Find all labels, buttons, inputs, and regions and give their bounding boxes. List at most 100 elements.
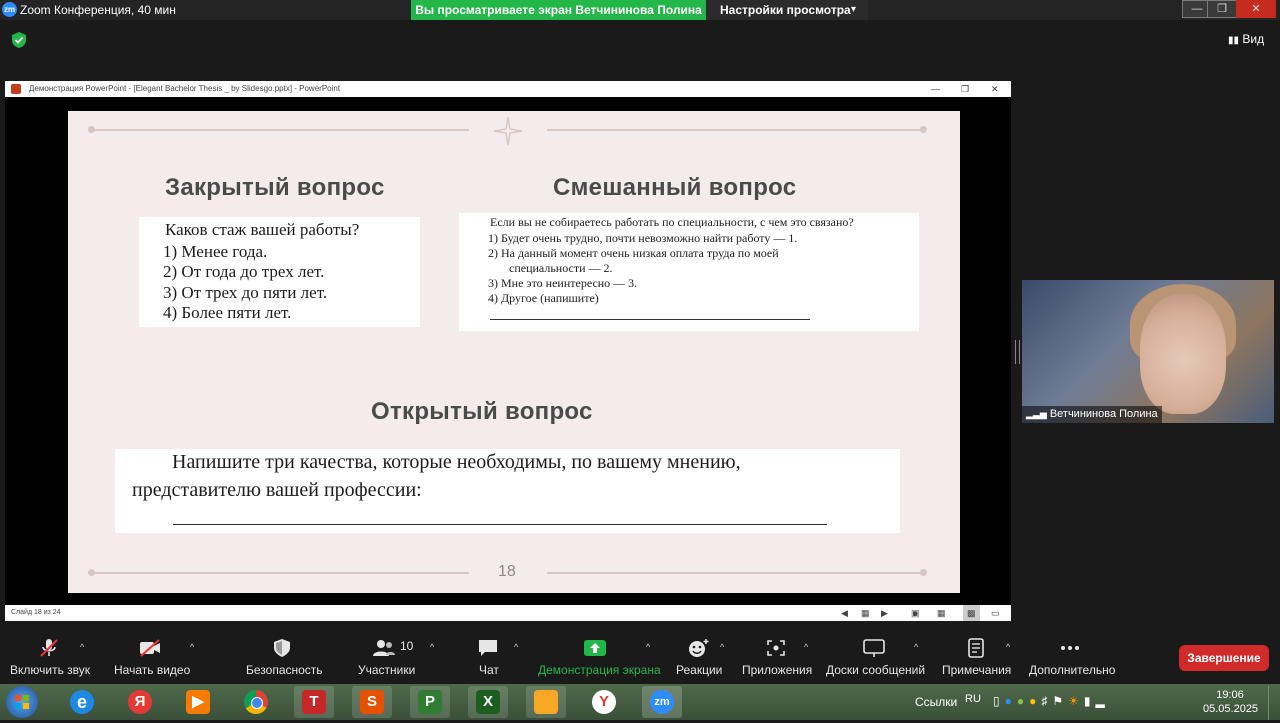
taskbar-video[interactable]: ▶ xyxy=(178,686,218,718)
view-settings-button[interactable]: Настройки просмотра ▾ xyxy=(706,0,868,20)
clock[interactable]: 19:06 05.05.2025 xyxy=(1203,688,1259,716)
chevron-down-icon: ▾ xyxy=(851,4,857,15)
participants-icon xyxy=(373,640,395,656)
taskbar-excel[interactable]: X xyxy=(468,686,508,718)
share-banner: Вы просматриваете экран Ветчининова Поли… xyxy=(411,0,706,20)
notes-icon xyxy=(968,638,984,658)
slideshow-icon[interactable]: ▭ xyxy=(991,605,1000,621)
caret-up-icon[interactable]: ^ xyxy=(514,642,518,652)
mixed-item: специальности — 2. xyxy=(509,261,613,275)
links-toolbar[interactable]: Ссылки xyxy=(915,695,957,709)
view-settings-label: Настройки просмотра xyxy=(720,3,851,17)
taskbar-project[interactable]: P xyxy=(410,686,450,718)
taskbar-yandex-browser[interactable]: Y xyxy=(584,686,624,718)
reactions-button[interactable]: ^ Реакции xyxy=(672,630,732,684)
prev-slide-icon[interactable]: ◀ xyxy=(841,605,848,621)
participant-video[interactable]: ▂▃▅ Ветчининова Полина xyxy=(1022,280,1274,423)
mixed-item: 1) Будет очень трудно, почти невозможно … xyxy=(488,231,798,245)
taskbar-yandex[interactable]: Я xyxy=(120,686,160,718)
internet-explorer-icon: e xyxy=(70,690,94,714)
zoom-tray-icon: ● xyxy=(1004,694,1017,708)
star-icon xyxy=(493,116,523,146)
notes-button[interactable]: ^ Примечания xyxy=(938,630,1018,684)
view-label: Вид xyxy=(1242,32,1265,46)
heading-open-question: Открытый вопрос xyxy=(371,398,593,425)
zoom-icon: zm xyxy=(650,690,674,714)
answer-line xyxy=(173,524,827,525)
closed-item: 2) От года до трех лет. xyxy=(163,262,325,281)
slide-sorter-icon[interactable]: ▦ xyxy=(861,605,870,621)
share-screen-button[interactable]: ^ Демонстрация экрана xyxy=(536,630,661,684)
signal-icon: ▂ xyxy=(1095,694,1110,708)
start-button[interactable] xyxy=(6,686,38,718)
end-meeting-button[interactable]: Завершение xyxy=(1179,645,1269,671)
signal-bars-icon: ▂▃▅ xyxy=(1026,409,1047,419)
chrome-icon xyxy=(244,690,268,714)
encryption-shield-icon[interactable] xyxy=(11,31,27,49)
toolbar-label: Примечания xyxy=(942,663,1012,677)
caret-up-icon[interactable]: ^ xyxy=(1006,642,1010,652)
more-icon xyxy=(1061,646,1079,650)
closed-item: 3) От трех до пяти лет. xyxy=(163,283,328,302)
close-button[interactable]: ✕ xyxy=(1236,0,1276,18)
toolbar-label: Реакции xyxy=(676,663,723,677)
clock-date: 05.05.2025 xyxy=(1203,703,1259,715)
caret-up-icon[interactable]: ^ xyxy=(804,642,808,652)
taskbar-text-app[interactable]: T xyxy=(294,686,334,718)
more-button[interactable]: Дополнительно xyxy=(1026,630,1116,684)
caret-up-icon[interactable]: ^ xyxy=(914,642,918,652)
mixed-question-text: Если вы не собираетесь работать по специ… xyxy=(490,215,854,229)
chat-button[interactable]: ^ Чат xyxy=(470,630,530,684)
app-title: Zoom Конференция, 40 мин xyxy=(20,3,176,17)
taskbar-powerpoint[interactable]: S xyxy=(352,686,392,718)
toolbar-label: Дополнительно xyxy=(1029,663,1116,677)
system-tray-icons[interactable]: ▯●●●♯⚑☀▮▂ xyxy=(993,694,1110,708)
caret-up-icon[interactable]: ^ xyxy=(646,642,650,652)
taskbar-internet-explorer[interactable]: e xyxy=(62,686,102,718)
taskbar-zoom[interactable]: zm xyxy=(642,686,682,718)
caret-up-icon[interactable]: ^ xyxy=(720,642,724,652)
slide-number: 18 xyxy=(498,563,516,580)
sorter-view-icon[interactable]: ▦ xyxy=(937,605,946,621)
decor-dot xyxy=(920,126,927,133)
taskbar-explorer[interactable] xyxy=(526,686,566,718)
project-icon: P xyxy=(418,690,442,714)
toolbar-label: Доски сообщений xyxy=(826,663,926,677)
slide-content: Закрытый вопрос Смешанный вопрос Каков с… xyxy=(69,111,946,591)
start-video-button[interactable]: ^ Начать видео xyxy=(108,630,204,684)
language-indicator[interactable]: RU xyxy=(965,693,981,705)
decor-line xyxy=(93,572,469,574)
show-desktop-button[interactable] xyxy=(1268,686,1280,720)
toolbar-label: Приложения xyxy=(742,663,813,677)
unmute-button[interactable]: ^ Включить звук xyxy=(0,630,100,684)
splitter-handle[interactable] xyxy=(1015,340,1020,364)
open-question-line: Напишите три качества, которые необходим… xyxy=(172,451,741,473)
excel-icon: X xyxy=(476,690,500,714)
ppt-close-button[interactable]: ✕ xyxy=(991,81,999,97)
toolbar-label: Чат xyxy=(479,663,499,677)
reading-view-icon[interactable]: ▩ xyxy=(963,605,980,621)
whiteboards-button[interactable]: ^ Доски сообщений xyxy=(824,630,926,684)
ppt-restore-button[interactable]: ❐ xyxy=(961,81,969,97)
participants-button[interactable]: 10 ^ Участники xyxy=(352,630,448,684)
security-button[interactable]: Безопасность xyxy=(240,630,324,684)
apps-icon xyxy=(767,640,785,656)
next-slide-icon[interactable]: ▶ xyxy=(881,605,888,621)
chat-icon xyxy=(479,640,497,656)
apps-button[interactable]: ^ Приложения xyxy=(742,630,816,684)
antivirus-icon: ● xyxy=(1029,694,1042,708)
powerpoint-title: Демонстрация PowerPoint - [Elegant Bache… xyxy=(29,84,341,93)
participant-name-label: ▂▃▅ Ветчининова Полина xyxy=(1022,406,1162,423)
normal-view-icon[interactable]: ▣ xyxy=(911,605,920,621)
maximize-button[interactable]: ❐ xyxy=(1207,0,1237,18)
view-button[interactable]: ▮▮ Вид xyxy=(1228,32,1264,46)
ppt-minimize-button[interactable]: — xyxy=(931,81,940,97)
mixed-item: 4) Другое (напишите) xyxy=(488,291,599,305)
decor-line xyxy=(547,572,923,574)
share-screen-icon xyxy=(584,640,606,656)
taskbar-chrome[interactable] xyxy=(236,686,276,718)
caret-up-icon[interactable]: ^ xyxy=(80,642,84,652)
caret-up-icon[interactable]: ^ xyxy=(430,642,434,652)
caret-up-icon[interactable]: ^ xyxy=(190,642,194,652)
video-player-icon: ▶ xyxy=(186,690,210,714)
